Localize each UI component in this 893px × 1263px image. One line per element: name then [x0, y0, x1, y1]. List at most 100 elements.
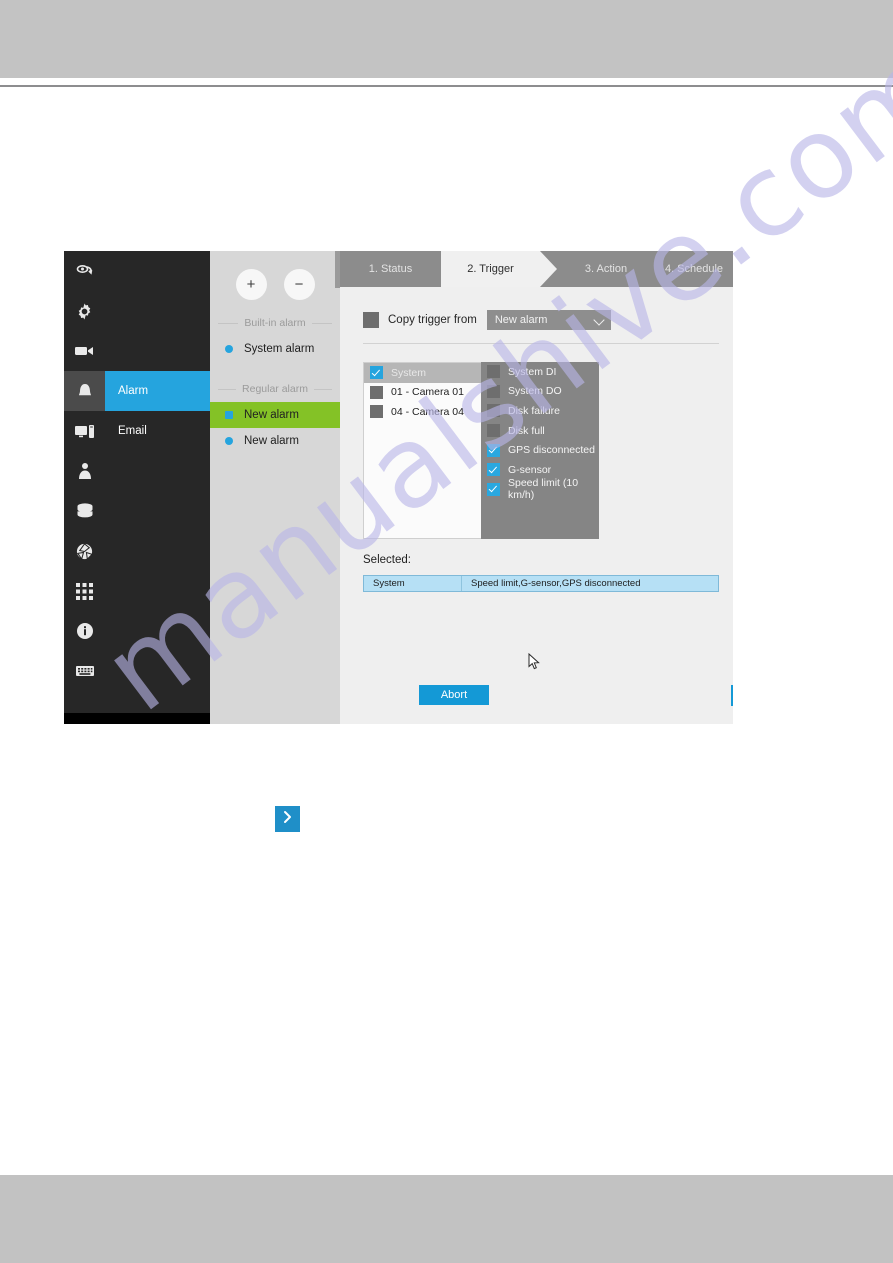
- status-dot: [225, 437, 233, 445]
- trigger-list-item[interactable]: System DO: [481, 382, 599, 402]
- previous-step-button[interactable]: [731, 685, 733, 706]
- alarm-bell-icon: [76, 382, 94, 400]
- trigger-item-checkbox[interactable]: [487, 443, 500, 457]
- tab-chevron-mask: [424, 251, 441, 287]
- trigger-item-checkbox[interactable]: [487, 424, 500, 438]
- rail-item-display[interactable]: [64, 411, 105, 451]
- tab-trigger[interactable]: 2. Trigger: [424, 251, 557, 287]
- trigger-list-item[interactable]: Speed limit (10 km/h): [481, 477, 599, 501]
- alarm-item-label: New alarm: [244, 435, 299, 447]
- page-footer-band: [0, 1175, 893, 1263]
- live-view-icon: [75, 261, 95, 281]
- abort-button[interactable]: Abort: [419, 685, 489, 705]
- trigger-list-item[interactable]: System DI: [481, 362, 599, 382]
- rail-item-user[interactable]: [64, 451, 105, 491]
- copy-trigger-select[interactable]: New alarm: [486, 310, 611, 330]
- trigger-item-checkbox[interactable]: [487, 384, 500, 398]
- tab-status-label: 1. Status: [368, 263, 413, 275]
- source-item-checkbox[interactable]: [370, 366, 383, 380]
- trigger-list-item[interactable]: Disk failure: [481, 401, 599, 421]
- chevron-right-icon: [282, 810, 293, 829]
- source-item-label: 01 - Camera 01: [391, 386, 464, 399]
- rail-item-settings[interactable]: [64, 291, 105, 331]
- rail-item-information[interactable]: [64, 611, 105, 651]
- application-window: Alarm Email + − Built-in alarm System al…: [64, 251, 733, 724]
- group-header-regular-label: Regular alarm: [242, 383, 308, 395]
- status-dot: [225, 411, 233, 419]
- rail-item-camera[interactable]: [64, 331, 105, 371]
- copy-trigger-row: Copy trigger from New alarm: [363, 310, 611, 330]
- rail-item-storage[interactable]: [64, 491, 105, 531]
- icon-rail: [64, 251, 105, 724]
- alarm-item-label: System alarm: [244, 343, 315, 355]
- status-dot: [225, 345, 233, 353]
- menu-item-alarm[interactable]: Alarm: [105, 371, 210, 411]
- trigger-item-label: G-sensor: [508, 463, 552, 476]
- page-next-button[interactable]: [275, 806, 300, 832]
- group-rule-right: [313, 388, 333, 390]
- group-header-regular: Regular alarm: [210, 381, 340, 397]
- trigger-item-checkbox[interactable]: [487, 404, 500, 418]
- rail-item-live-view[interactable]: [64, 251, 105, 291]
- keyboard-icon: [75, 664, 95, 678]
- selected-label: Selected:: [363, 554, 411, 566]
- section-divider: [363, 343, 719, 344]
- copy-trigger-checkbox[interactable]: [363, 312, 379, 328]
- trigger-item-checkbox[interactable]: [487, 365, 500, 379]
- trigger-list-item[interactable]: Disk full: [481, 421, 599, 441]
- remove-alarm-button[interactable]: −: [283, 269, 315, 300]
- group-rule-right: [311, 322, 332, 324]
- settings-gear-icon: [75, 302, 94, 321]
- alarm-item-label: New alarm: [244, 409, 299, 421]
- source-list-item[interactable]: System: [364, 363, 481, 383]
- rail-item-applications[interactable]: [64, 571, 105, 611]
- source-list-item[interactable]: 04 - Camera 04: [364, 402, 481, 422]
- trigger-item-checkbox[interactable]: [487, 463, 500, 477]
- alarm-item-new-alarm[interactable]: New alarm: [210, 428, 340, 454]
- add-alarm-label: +: [246, 276, 256, 293]
- rail-item-alarm[interactable]: [64, 371, 105, 411]
- rail-item-network[interactable]: [64, 531, 105, 571]
- trigger-list[interactable]: System DI System DO Disk failure Disk fu…: [481, 362, 599, 539]
- tab-action-label: 3. Action: [584, 263, 628, 275]
- add-alarm-button[interactable]: +: [235, 269, 267, 300]
- selected-summary-source: System: [364, 576, 462, 591]
- rail-item-keyboard[interactable]: [64, 651, 105, 691]
- abort-button-label: Abort: [440, 689, 468, 701]
- user-icon: [77, 462, 93, 481]
- apps-grid-icon: [76, 582, 93, 600]
- group-rule-left: [218, 388, 237, 390]
- menu-item-alarm-label: Alarm: [118, 385, 149, 397]
- selected-summary-triggers: Speed limit,G-sensor,GPS disconnected: [471, 578, 641, 589]
- rail-footer: [64, 713, 105, 724]
- page-header-band: [0, 0, 893, 78]
- copy-trigger-label: Copy trigger from: [388, 314, 477, 326]
- tab-schedule-label: 4. Schedule: [664, 263, 724, 275]
- trigger-item-label: System DO: [508, 385, 562, 398]
- network-globe-icon: [75, 542, 94, 561]
- group-rule-left: [218, 322, 239, 324]
- menu-item-email[interactable]: Email: [105, 411, 210, 451]
- tab-schedule[interactable]: 4. Schedule: [655, 251, 733, 287]
- source-list[interactable]: System 01 - Camera 01 04 - Camera 04: [363, 362, 481, 539]
- alarm-list-toolbar: + −: [210, 261, 340, 308]
- menu-item-email-label: Email: [118, 425, 147, 437]
- source-list-item[interactable]: 01 - Camera 01: [364, 383, 481, 403]
- tab-action[interactable]: 3. Action: [557, 251, 655, 287]
- display-icon: [74, 424, 96, 439]
- trigger-item-checkbox[interactable]: [487, 482, 500, 496]
- trigger-list-item[interactable]: GPS disconnected: [481, 440, 599, 460]
- group-header-built-in: Built-in alarm: [210, 315, 340, 331]
- source-item-checkbox[interactable]: [370, 385, 383, 399]
- camera-icon: [74, 344, 96, 358]
- tab-chevron-icon: [540, 251, 557, 287]
- source-item-label: 04 - Camera 04: [391, 405, 464, 418]
- alarm-item-new-alarm-selected[interactable]: New alarm: [210, 402, 340, 428]
- source-item-checkbox[interactable]: [370, 405, 383, 419]
- menu-column: Alarm Email: [105, 251, 210, 724]
- storage-icon: [75, 502, 95, 520]
- trigger-item-label: System DI: [508, 365, 557, 378]
- info-icon: [76, 622, 94, 640]
- trigger-dual-list: System 01 - Camera 01 04 - Camera 04 Sys…: [363, 362, 599, 539]
- alarm-item-system-alarm[interactable]: System alarm: [210, 336, 340, 362]
